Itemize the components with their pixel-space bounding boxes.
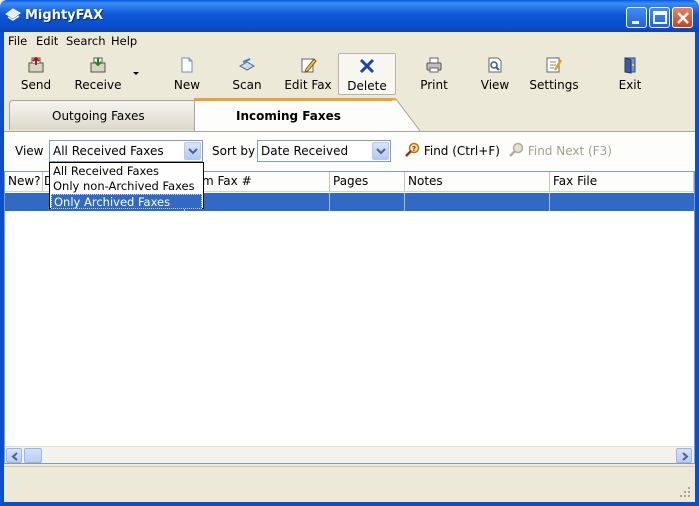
print-button[interactable]: Print xyxy=(410,53,458,95)
exit-button[interactable]: Exit xyxy=(610,53,650,95)
menu-bar: File Edit Search Help xyxy=(4,32,695,50)
maximize-icon xyxy=(653,11,667,24)
tab-outgoing-faxes[interactable]: Outgoing Faxes xyxy=(9,100,199,130)
settings-icon xyxy=(546,57,563,73)
menu-search[interactable]: Search xyxy=(66,34,106,48)
column-header-notes[interactable]: Notes xyxy=(405,172,550,192)
menu-file[interactable]: File xyxy=(8,34,27,48)
view-label: View xyxy=(15,144,44,158)
view-button[interactable]: View xyxy=(472,53,518,95)
sort-select-arrow[interactable] xyxy=(372,142,389,160)
view-options-dropdown: All Received Faxes Only non-Archived Fax… xyxy=(49,162,204,209)
find-button[interactable]: ? Find (Ctrl+F) xyxy=(404,142,500,158)
delete-button[interactable]: Delete xyxy=(338,53,396,95)
menu-help[interactable]: Help xyxy=(111,34,137,48)
find-magnifier-icon: ? xyxy=(405,142,420,157)
column-header-new[interactable]: New? xyxy=(5,172,43,192)
tab-strip: Outgoing Faxes Incoming Faxes xyxy=(4,98,695,131)
cell-separator xyxy=(329,193,330,211)
chevron-down-icon xyxy=(188,148,198,155)
scrollbar-thumb[interactable] xyxy=(24,448,42,463)
sort-label: Sort by xyxy=(212,144,256,158)
tab-incoming-faxes[interactable]: Incoming Faxes xyxy=(194,98,394,131)
find-button-label: Find (Ctrl+F) xyxy=(423,144,500,158)
svg-text:?: ? xyxy=(412,145,416,153)
cell-separator xyxy=(404,193,405,211)
new-document-icon xyxy=(181,57,193,73)
view-option-non-archived[interactable]: Only non-Archived Faxes xyxy=(51,179,202,194)
chevron-right-icon xyxy=(682,452,689,461)
scan-button[interactable]: Scan xyxy=(222,53,272,95)
view-select-arrow[interactable] xyxy=(184,142,201,160)
window-frame-bottom xyxy=(0,502,699,506)
window-frame-right xyxy=(695,32,699,506)
printer-icon xyxy=(426,57,442,73)
column-header-fax-file[interactable]: Fax File xyxy=(550,172,694,192)
sort-select[interactable]: Date Received xyxy=(257,140,391,162)
find-next-button[interactable]: Find Next (F3) xyxy=(508,142,612,158)
column-header-pages[interactable]: Pages xyxy=(330,172,405,192)
receive-dropdown-arrow-icon[interactable] xyxy=(133,72,139,75)
receive-fax-icon xyxy=(90,57,106,73)
horizontal-scrollbar[interactable] xyxy=(5,446,694,463)
view-option-all[interactable]: All Received Faxes xyxy=(51,164,202,179)
tab-incoming-label: Incoming Faxes xyxy=(236,109,341,123)
view-document-icon xyxy=(488,57,502,73)
exit-door-icon xyxy=(624,57,636,74)
scroll-left-button[interactable] xyxy=(6,448,22,463)
find-next-magnifier-icon xyxy=(509,142,524,157)
scroll-right-button[interactable] xyxy=(676,448,692,463)
chevron-left-icon xyxy=(11,452,18,461)
find-next-button-label: Find Next (F3) xyxy=(527,144,612,158)
minimize-icon xyxy=(632,21,639,24)
toolbar: Send Receive New Scan Edit Fax Delete Pr… xyxy=(4,50,695,98)
sort-select-value: Date Received xyxy=(261,144,349,158)
tab-incoming-edge xyxy=(392,98,421,131)
maximize-button[interactable] xyxy=(649,7,670,28)
status-bar xyxy=(4,466,695,502)
send-fax-icon xyxy=(28,56,44,73)
close-icon xyxy=(677,12,689,24)
minimize-button[interactable] xyxy=(626,7,647,28)
delete-x-icon xyxy=(359,58,375,74)
faxes-grid[interactable]: New? D m Fax # Pages Notes Fax File xyxy=(4,171,695,464)
receive-button[interactable]: Receive xyxy=(68,53,128,95)
view-select[interactable]: All Received Faxes xyxy=(49,140,203,162)
new-button[interactable]: New xyxy=(161,53,213,95)
close-button[interactable] xyxy=(672,7,693,28)
window-title: MightyFAX xyxy=(25,8,104,23)
send-button[interactable]: Send xyxy=(8,53,64,95)
view-option-archived[interactable]: Only Archived Faxes xyxy=(51,194,202,209)
fax-app-icon xyxy=(5,8,21,21)
tab-outgoing-label: Outgoing Faxes xyxy=(52,109,145,123)
scanner-icon xyxy=(238,58,256,71)
menu-edit[interactable]: Edit xyxy=(36,34,58,48)
title-bar: MightyFAX xyxy=(0,0,699,32)
resize-grip-icon[interactable] xyxy=(679,486,691,498)
column-header-from-fax[interactable]: m Fax # xyxy=(185,172,330,192)
edit-fax-button[interactable]: Edit Fax xyxy=(280,53,336,95)
edit-pencil-icon xyxy=(301,58,317,73)
cell-separator xyxy=(549,193,550,211)
settings-button[interactable]: Settings xyxy=(526,53,582,95)
view-select-value: All Received Faxes xyxy=(53,144,164,158)
chevron-down-icon xyxy=(376,148,386,155)
